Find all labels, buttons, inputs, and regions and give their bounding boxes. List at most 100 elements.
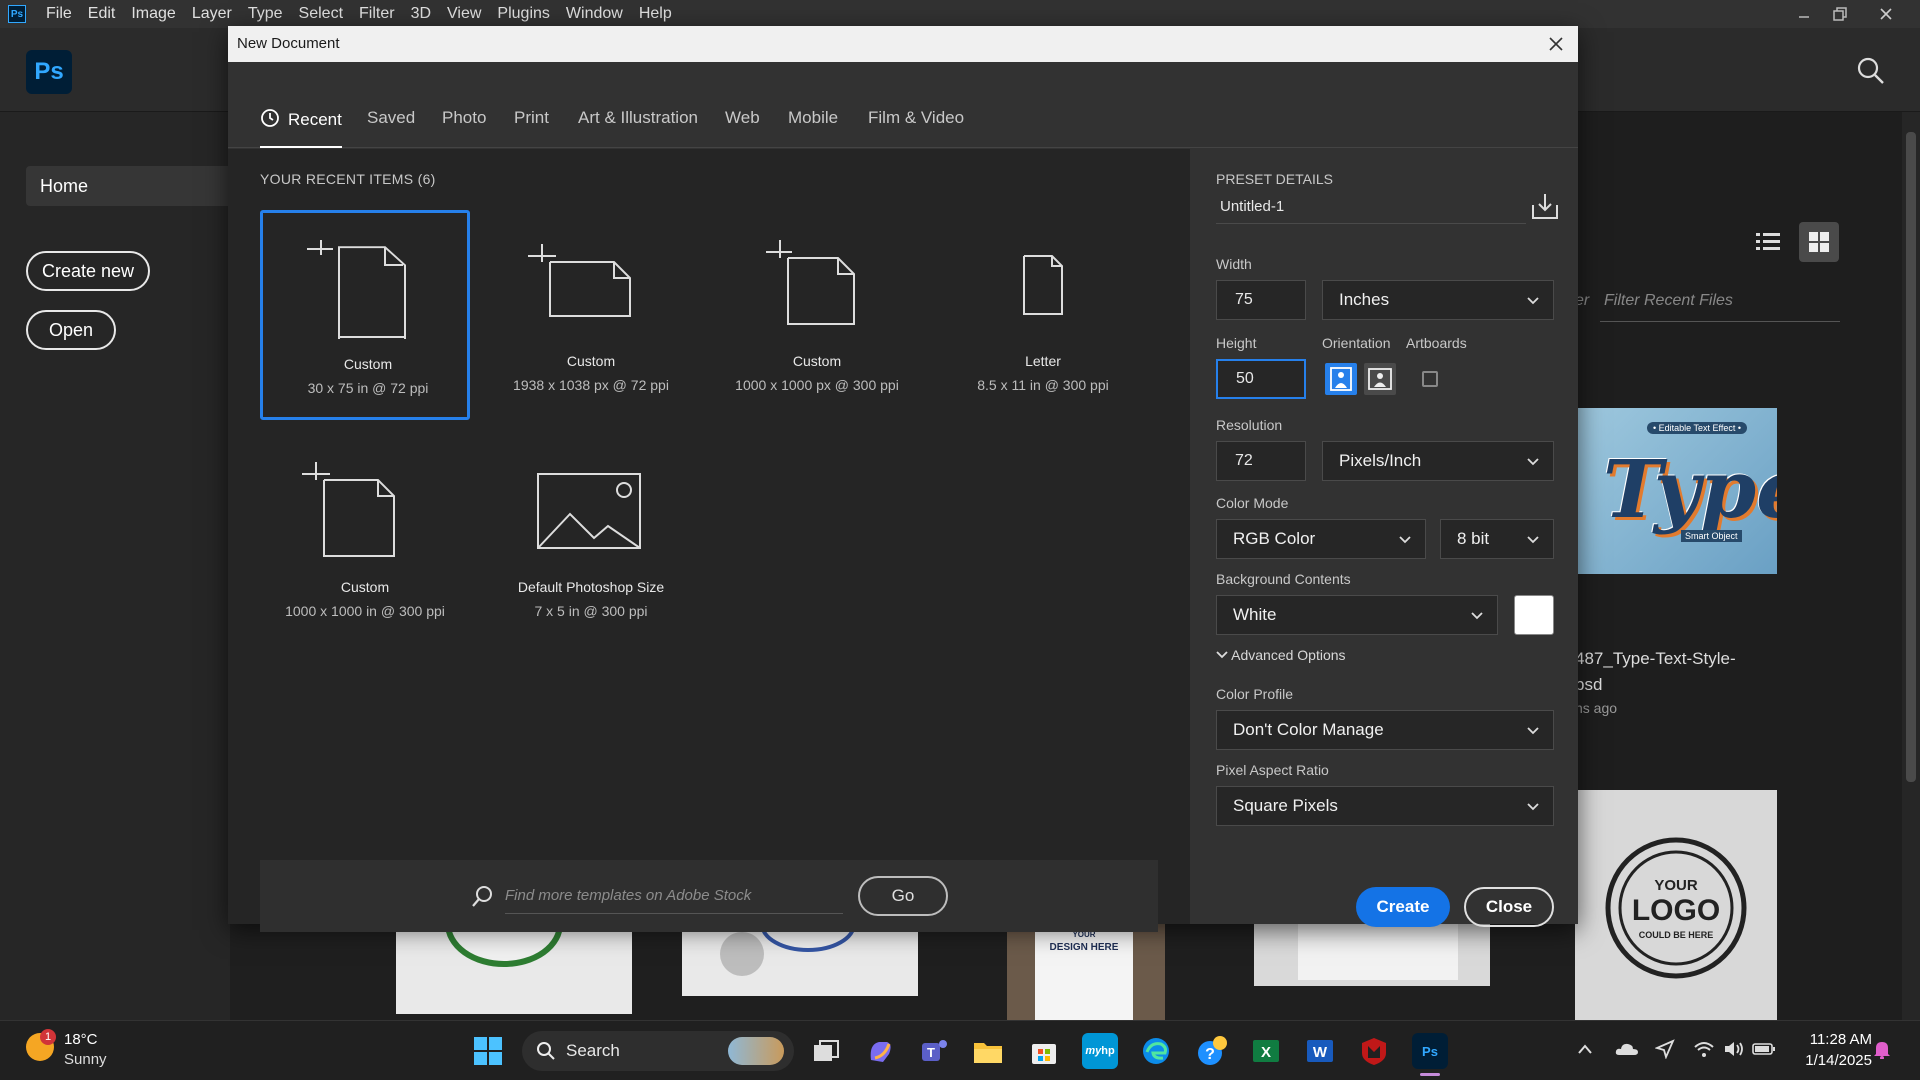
create-button[interactable]: Create	[1356, 887, 1450, 927]
pixel-aspect-ratio-select[interactable]: Square Pixels	[1216, 786, 1554, 826]
recent-file-thumbnail-4[interactable]	[1254, 924, 1490, 986]
menu-layer[interactable]: Layer	[184, 0, 240, 28]
microsoft-store-icon[interactable]	[1026, 1033, 1062, 1069]
menu-type[interactable]: Type	[240, 0, 291, 28]
artboards-checkbox[interactable]	[1422, 371, 1438, 387]
onedrive-icon[interactable]	[1615, 1037, 1639, 1061]
background-contents-select[interactable]: White	[1216, 595, 1498, 635]
close-button[interactable]: Close	[1464, 887, 1554, 927]
grid-view-icon[interactable]	[1799, 222, 1839, 262]
photoshop-logo: Ps	[26, 50, 72, 94]
tab-saved[interactable]: Saved	[367, 108, 415, 148]
copilot-icon[interactable]	[862, 1033, 898, 1069]
menu-plugins[interactable]: Plugins	[489, 0, 557, 28]
recent-file-thumbnail-3[interactable]: YOUR DESIGN HERE	[1007, 924, 1165, 1020]
get-help-icon[interactable]: ?	[1194, 1033, 1230, 1069]
height-field[interactable]: 50	[1216, 359, 1306, 399]
scrollbar-thumb[interactable]	[1906, 132, 1916, 782]
tab-photo[interactable]: Photo	[442, 108, 486, 148]
clock-date[interactable]: 1/14/2025	[1792, 1052, 1872, 1069]
tab-mobile[interactable]: Mobile	[788, 108, 838, 148]
list-view-icon[interactable]	[1748, 222, 1788, 262]
recent-file-thumbnail-logo[interactable]: YOUR LOGO COULD BE HERE	[1575, 790, 1777, 1020]
mcafee-icon[interactable]	[1356, 1033, 1392, 1069]
color-profile-select[interactable]: Don't Color Manage	[1216, 710, 1554, 750]
color-mode-select[interactable]: RGB Color	[1216, 519, 1426, 559]
wifi-icon[interactable]	[1692, 1037, 1716, 1061]
excel-icon[interactable]: X	[1248, 1033, 1284, 1069]
artboards-label: Artboards	[1406, 335, 1467, 351]
go-button[interactable]: Go	[858, 876, 948, 916]
clock-time[interactable]: 11:28 AM	[1792, 1031, 1872, 1048]
background-color-swatch[interactable]	[1514, 595, 1554, 635]
minimize-icon[interactable]	[1786, 0, 1822, 28]
window-close-icon[interactable]	[1868, 0, 1904, 28]
edge-icon[interactable]	[1138, 1033, 1174, 1069]
myhp-icon[interactable]: my hp	[1082, 1033, 1118, 1069]
landscape-orientation-icon[interactable]	[1364, 363, 1396, 395]
menu-window[interactable]: Window	[558, 0, 631, 28]
photoshop-app-icon[interactable]: Ps	[8, 5, 26, 23]
portrait-orientation-icon[interactable]	[1325, 363, 1357, 395]
sidebar-item-home[interactable]: Home	[26, 166, 236, 206]
scrollbar[interactable]	[1902, 112, 1920, 1020]
start-icon[interactable]	[470, 1033, 506, 1069]
recent-item-tile[interactable]: Default Photoshop Size 7 x 5 in @ 300 pp…	[486, 436, 696, 646]
recent-items-heading: YOUR RECENT ITEMS (6)	[260, 171, 436, 187]
menu-help[interactable]: Help	[631, 0, 680, 28]
chevron-down-icon	[1527, 803, 1539, 811]
advanced-options-toggle[interactable]: Advanced Options	[1216, 647, 1346, 663]
width-field[interactable]: 75	[1216, 280, 1306, 320]
teams-icon[interactable]: T	[916, 1033, 952, 1069]
recent-file-thumbnail-2[interactable]	[682, 896, 918, 996]
weather-description[interactable]: Sunny	[64, 1051, 107, 1068]
bit-depth-select[interactable]: 8 bit	[1440, 519, 1554, 559]
task-view-icon[interactable]	[808, 1033, 844, 1069]
recent-file-thumbnail-type[interactable]: • Editable Text Effect • Type Smart Obje…	[1575, 408, 1777, 574]
search-icon[interactable]	[1856, 56, 1886, 86]
width-unit-select[interactable]: Inches	[1322, 280, 1554, 320]
notification-bell-icon[interactable]	[1870, 1037, 1894, 1061]
dialog-close-icon[interactable]	[1542, 30, 1570, 58]
create-new-button[interactable]: Create new	[26, 251, 150, 291]
photoshop-icon[interactable]: Ps	[1412, 1033, 1448, 1069]
filter-recent-files-input[interactable]: Filter Recent Files	[1600, 292, 1840, 322]
tab-art-illustration[interactable]: Art & Illustration	[578, 108, 698, 148]
menu-edit[interactable]: Edit	[80, 0, 124, 28]
recent-file-thumbnail-1[interactable]	[396, 881, 632, 1014]
recent-item-tile[interactable]: Letter 8.5 x 11 in @ 300 ppi	[938, 210, 1148, 420]
volume-icon[interactable]	[1722, 1037, 1746, 1061]
weather-temperature[interactable]: 18°C	[64, 1031, 98, 1048]
recent-item-size: 1938 x 1038 px @ 72 ppi	[513, 377, 669, 393]
tab-print[interactable]: Print	[514, 108, 549, 148]
recent-item-tile[interactable]: Custom 1938 x 1038 px @ 72 ppi	[486, 210, 696, 420]
menu-view[interactable]: View	[439, 0, 489, 28]
recent-item-tile[interactable]: Custom 30 x 75 in @ 72 ppi	[260, 210, 470, 420]
stock-search-input[interactable]: Find more templates on Adobe Stock	[505, 878, 843, 914]
mockup-card	[1298, 924, 1458, 980]
file-explorer-icon[interactable]	[970, 1033, 1006, 1069]
resolution-field[interactable]: 72	[1216, 441, 1306, 481]
menu-select[interactable]: Select	[291, 0, 351, 28]
tab-web[interactable]: Web	[725, 108, 760, 148]
save-preset-icon[interactable]	[1530, 191, 1560, 221]
taskbar-search[interactable]: Search	[522, 1031, 794, 1071]
location-icon[interactable]	[1653, 1037, 1677, 1061]
recent-item-tile[interactable]: Custom 1000 x 1000 px @ 300 ppi	[712, 210, 922, 420]
menu-file[interactable]: File	[38, 0, 80, 28]
recent-item-name: Custom	[340, 579, 390, 595]
recent-item-tile[interactable]: Custom 1000 x 1000 in @ 300 ppi	[260, 436, 470, 646]
open-button[interactable]: Open	[26, 310, 116, 350]
restore-icon[interactable]	[1822, 0, 1858, 28]
document-name-field[interactable]: Untitled-1	[1216, 190, 1526, 224]
menu-filter[interactable]: Filter	[351, 0, 403, 28]
menu-3d[interactable]: 3D	[403, 0, 439, 28]
chevron-up-icon[interactable]	[1573, 1037, 1597, 1061]
recent-file-name[interactable]: 487_Type-Text-Style- psd	[1575, 646, 1795, 698]
tab-film-video[interactable]: Film & Video	[868, 108, 964, 148]
tab-recent[interactable]: Recent	[260, 108, 342, 148]
resolution-unit-select[interactable]: Pixels/Inch	[1322, 441, 1554, 481]
word-icon[interactable]: W	[1302, 1033, 1338, 1069]
battery-icon[interactable]	[1752, 1037, 1776, 1061]
menu-image[interactable]: Image	[123, 0, 183, 28]
